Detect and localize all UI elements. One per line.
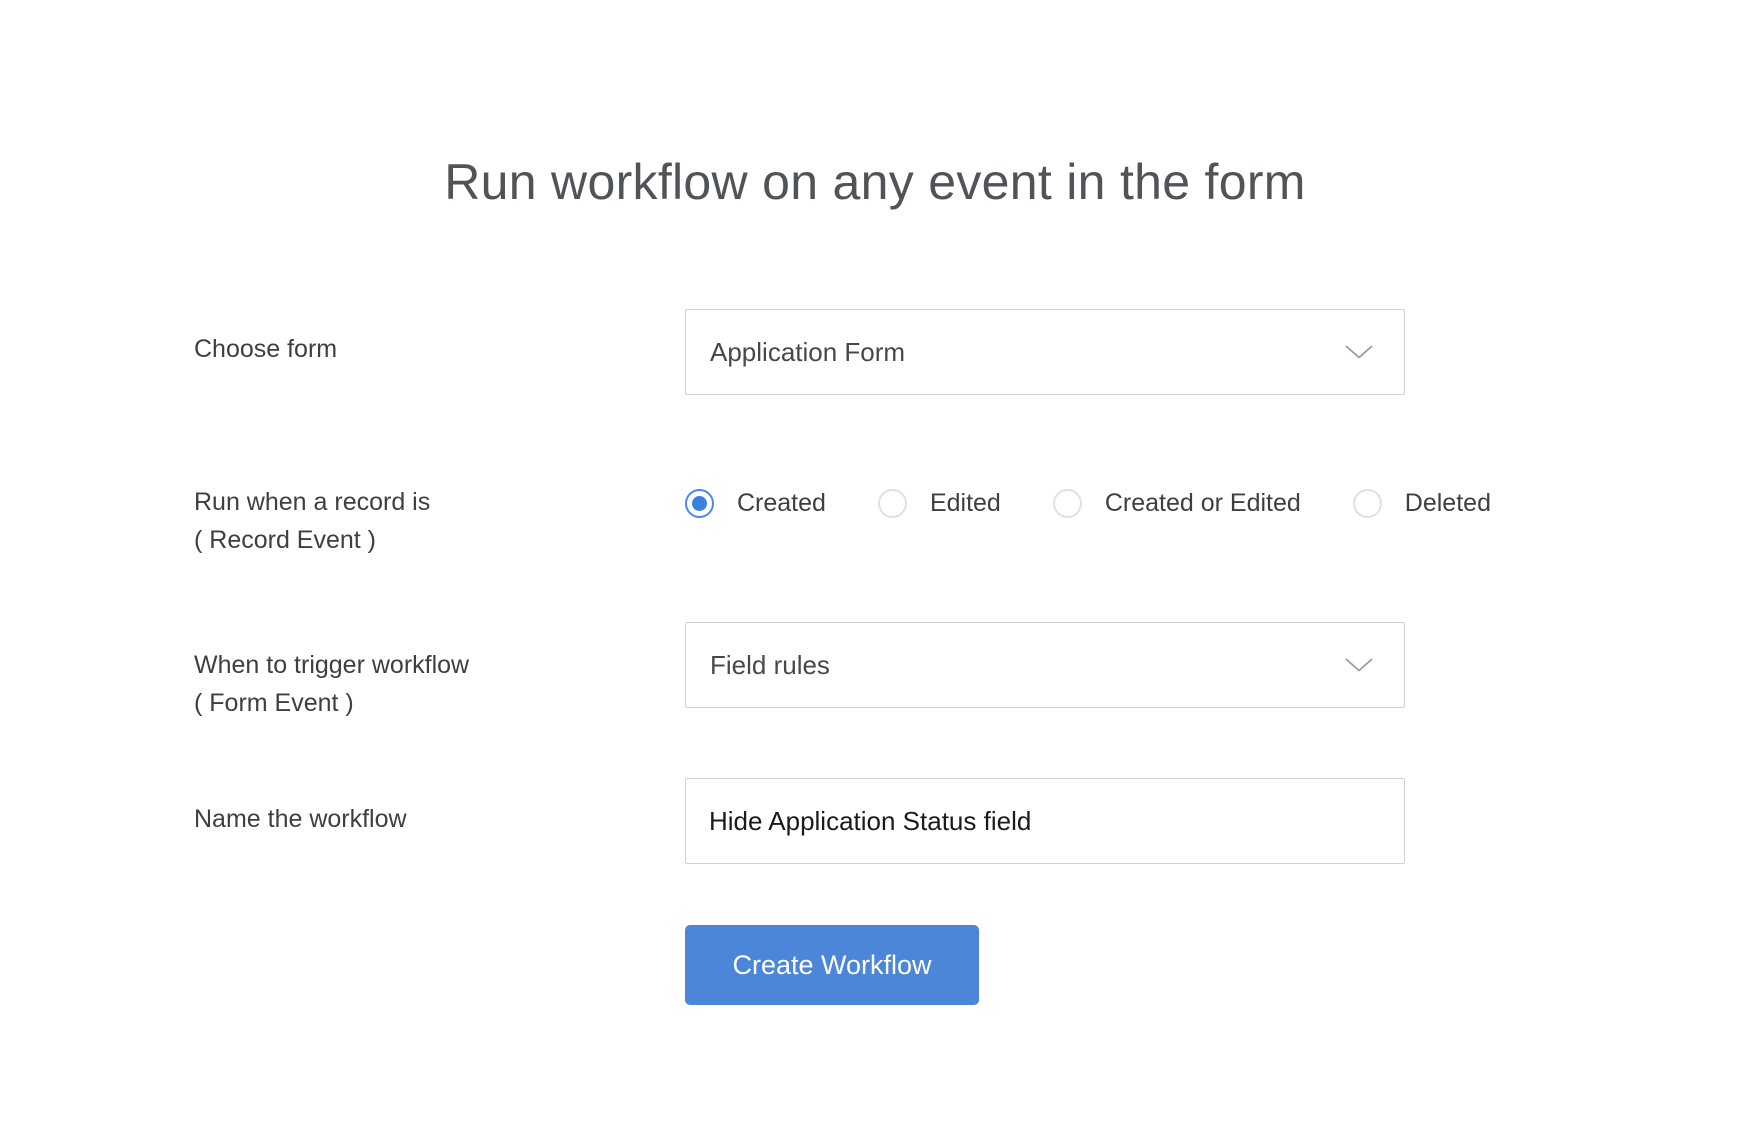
- radio-option-edited[interactable]: Edited: [877, 488, 1001, 518]
- radio-option-created-or-edited[interactable]: Created or Edited: [1052, 488, 1301, 518]
- choose-form-label: Choose form: [194, 335, 338, 363]
- record-event-radio-group: Created Edited Created or Edited Deleted: [685, 474, 1491, 532]
- radio-deleted-button[interactable]: [1352, 488, 1382, 518]
- form-event-label-line2: ( Form Event ): [194, 689, 354, 717]
- trigger-type-selected-value: Field rules: [710, 649, 830, 680]
- record-event-label-line2: ( Record Event ): [194, 526, 377, 554]
- create-workflow-button[interactable]: Create Workflow: [685, 925, 979, 1005]
- radio-created-or-edited-label[interactable]: Created or Edited: [1105, 489, 1301, 518]
- record-event-label-line1: Run when a record is: [194, 488, 431, 516]
- chevron-down-icon: [1345, 658, 1373, 672]
- radio-option-deleted[interactable]: Deleted: [1352, 488, 1491, 518]
- radio-edited-button[interactable]: [877, 488, 907, 518]
- record-event-label: Run when a record is ( Record Event ): [194, 483, 430, 559]
- trigger-type-select[interactable]: Field rules: [685, 622, 1405, 708]
- workflow-name-input[interactable]: [685, 778, 1405, 864]
- workflow-name-label: Name the workflow: [194, 805, 407, 833]
- radio-deleted-label[interactable]: Deleted: [1405, 489, 1491, 518]
- form-event-label: When to trigger workflow ( Form Event ): [194, 646, 469, 722]
- choose-form-select[interactable]: Application Form: [685, 309, 1405, 395]
- choose-form-selected-value: Application Form: [710, 336, 906, 367]
- radio-edited-label[interactable]: Edited: [930, 489, 1001, 518]
- radio-created-button[interactable]: [685, 488, 714, 518]
- form-event-label-line1: When to trigger workflow: [194, 651, 470, 679]
- radio-created-or-edited-button[interactable]: [1052, 488, 1082, 518]
- radio-created-label[interactable]: Created: [737, 489, 826, 518]
- page-title: Run workflow on any event in the form: [444, 154, 1306, 210]
- chevron-down-icon: [1345, 345, 1373, 359]
- workflow-setup-page: Run workflow on any event in the form Ch…: [0, 0, 1750, 1134]
- radio-option-created[interactable]: Created: [685, 488, 826, 518]
